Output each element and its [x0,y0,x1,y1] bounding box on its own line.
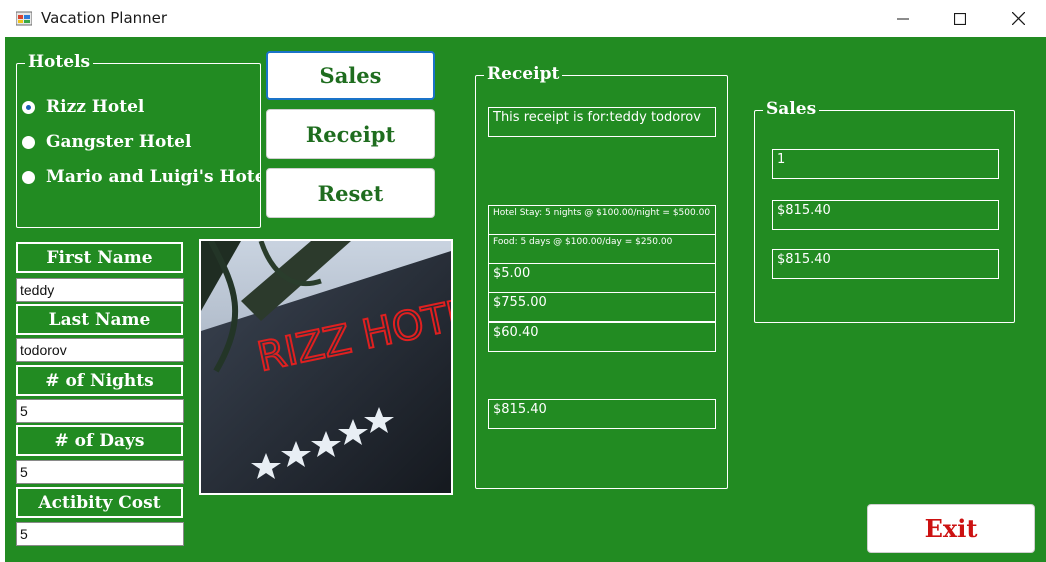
radio-unselected-icon [22,170,35,184]
receipt-activity-cost: $5.00 [488,263,716,293]
activity-cost-label: Actibity Cost [16,487,183,518]
receipt-food-line: Food: 5 days @ $100.00/day = $250.00 [488,234,716,264]
sales-amount-1: $815.40 [772,200,999,230]
receipt-tax: $60.40 [488,322,716,352]
hotels-group-title: Hotels [25,52,94,72]
sales-count: 1 [772,149,999,179]
radio-label: Gangster Hotel [46,132,192,152]
radio-rizz-hotel[interactable]: Rizz Hotel [22,97,144,117]
receipt-groupbox: Receipt This receipt is for:teddy todoro… [475,64,728,489]
reset-button[interactable]: Reset [266,168,435,218]
app-icon [16,11,32,26]
receipt-group-title: Receipt [484,64,563,84]
receipt-hotel-line: Hotel Stay: 5 nights @ $100.00/night = $… [488,205,716,235]
radio-mario-luigi-hotel[interactable]: Mario and Luigi's Hotel [22,167,260,187]
radio-label: Rizz Hotel [46,97,145,117]
sales-groupbox: Sales 1 $815.40 $815.40 [754,99,1015,323]
hotel-image: RIZZ HOTEL [199,239,453,495]
radio-selected-icon [22,100,35,114]
radio-label: Mario and Luigi's Hotel [46,167,260,187]
title-bar: Vacation Planner [0,0,1046,37]
sales-amount-2: $815.40 [772,249,999,279]
hotels-groupbox: Hotels Rizz Hotel Gangster Hotel Mario a… [16,52,261,228]
form-client-area: Hotels Rizz Hotel Gangster Hotel Mario a… [5,37,1046,562]
nights-field[interactable]: 5 [16,399,184,423]
first-name-field[interactable]: teddy [16,278,184,302]
days-label: # of Days [16,425,183,456]
exit-button[interactable]: Exit [867,504,1035,553]
days-field[interactable]: 5 [16,460,184,484]
window-title: Vacation Planner [41,9,168,27]
sales-group-title: Sales [763,99,820,119]
radio-unselected-icon [22,135,35,149]
receipt-for-line: This receipt is for:teddy todorov [488,107,716,137]
radio-gangster-hotel[interactable]: Gangster Hotel [22,132,191,152]
minimize-icon [897,18,909,19]
close-icon [1011,12,1025,25]
last-name-field[interactable]: todorov [16,338,184,362]
first-name-label: First Name [16,242,183,273]
maximize-icon [954,12,966,25]
maximize-button[interactable] [937,0,983,37]
receipt-button[interactable]: Receipt [266,109,435,159]
receipt-total: $815.40 [488,399,716,429]
hotel-picture: RIZZ HOTEL [201,241,451,493]
receipt-subtotal: $755.00 [488,292,716,322]
close-button[interactable] [995,0,1041,37]
sales-button[interactable]: Sales [266,51,435,100]
last-name-label: Last Name [16,304,183,335]
nights-label: # of Nights [16,365,183,396]
activity-cost-field[interactable]: 5 [16,522,184,546]
minimize-button[interactable] [880,0,926,37]
